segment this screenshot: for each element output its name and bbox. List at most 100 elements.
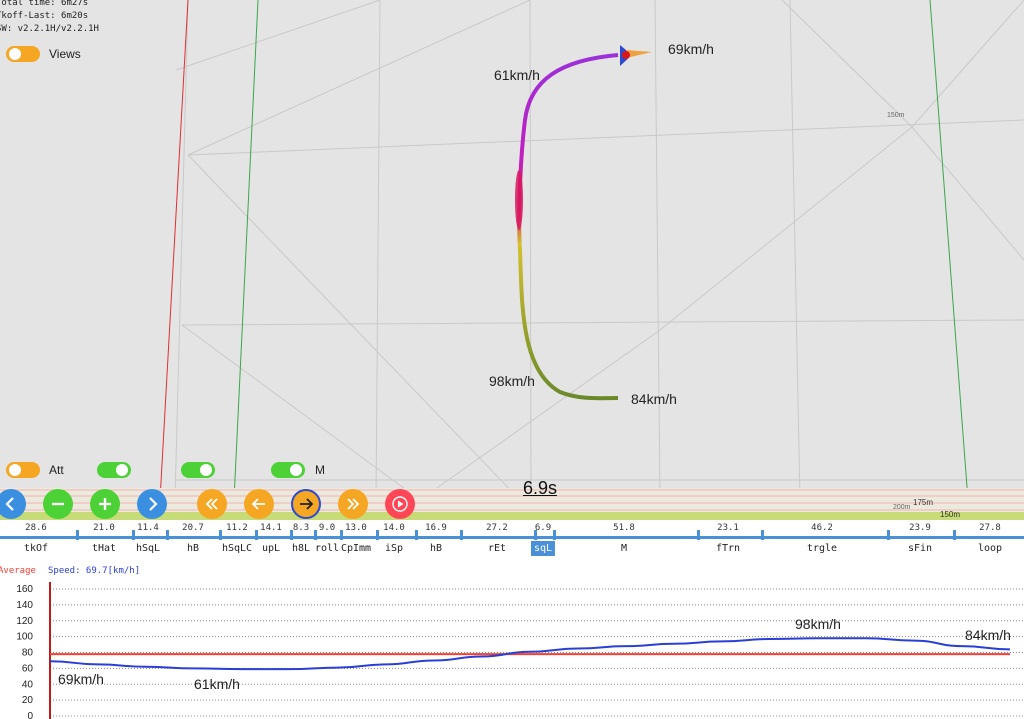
speed-label: 69km/h	[668, 41, 714, 57]
segment-divider	[460, 530, 463, 540]
speed-annotation: 98km/h	[795, 616, 841, 632]
y-tick-label: 0	[27, 711, 33, 719]
segment-divider	[953, 530, 956, 540]
segment-loop[interactable]: loop	[978, 543, 1002, 554]
chevron-left-icon	[5, 497, 14, 511]
segment-duration: 27.2	[486, 523, 508, 533]
segment-duration: 6.9	[534, 523, 552, 533]
att-toggle-label: Att	[49, 463, 64, 477]
y-tick-label: 120	[16, 616, 33, 627]
segment-divider	[76, 530, 79, 540]
speed-label: 98km/h	[489, 373, 535, 389]
y-tick-label: 20	[22, 695, 34, 706]
segment-duration: 11.2	[226, 523, 248, 533]
segment-duration: 46.2	[811, 523, 833, 533]
segment-duration: 28.6	[25, 523, 47, 533]
speed-annotation: 69km/h	[58, 671, 104, 687]
segment-that[interactable]: tHat	[92, 543, 116, 554]
y-tick-label: 100	[16, 632, 33, 643]
speed-label: 61km/h	[494, 67, 540, 83]
zoom-in-button[interactable]	[90, 489, 120, 519]
speed-chart: 160 140 120 100 80 60 40 20 0 69km/h 61km/h 98km/h 8…	[16, 582, 1024, 719]
step-back-button[interactable]	[244, 489, 274, 519]
y-tick-label: 80	[22, 648, 34, 659]
segment-m[interactable]: M	[621, 543, 627, 554]
segment-duration: 8.3	[292, 523, 310, 533]
segment-divider	[376, 530, 379, 540]
speed-chart-panel: Average Speed: 69.7[km/h] 160 140 120 100 80…	[0, 564, 1024, 719]
segment-divider	[290, 530, 293, 540]
display-toggle-2[interactable]	[181, 462, 215, 478]
segment-divider	[314, 530, 317, 540]
segment-duration: 14.0	[383, 523, 405, 533]
arrow-right-icon	[300, 498, 314, 510]
plus-icon	[99, 498, 111, 510]
segment-hb[interactable]: hB	[430, 543, 442, 554]
software-version: SW: v2.2.1H/v2.2.1H	[0, 24, 99, 34]
arrow-left-icon	[251, 498, 265, 510]
total-time: Total time: 6m27s	[0, 0, 89, 8]
speed-label: 84km/h	[631, 391, 677, 407]
y-tick-label: 60	[22, 663, 34, 674]
segment-duration: 23.9	[909, 523, 931, 533]
segment-upl[interactable]: upL	[262, 543, 280, 554]
distance-label: 150m	[940, 510, 960, 519]
distance-label: 200m	[893, 504, 911, 511]
views-toggle[interactable]	[6, 46, 40, 62]
speed-annotation: 61km/h	[194, 676, 240, 692]
flight-3d-view[interactable]: 150m 175m 200m 150m 69km/h 61km/h 98km/h…	[0, 0, 1024, 520]
segment-bar[interactable]: 28.6 tkOf 21.0 tHat 11.4 hSqL 20.7 hB 11.2 hSqLC 1…	[0, 520, 1024, 564]
segment-duration: 21.0	[93, 523, 115, 533]
y-tick-label: 40	[22, 679, 34, 690]
step-forward-button[interactable]	[291, 489, 321, 519]
play-button[interactable]	[385, 489, 415, 519]
segment-divider	[255, 530, 258, 540]
segment-divider	[415, 530, 418, 540]
y-tick-label: 140	[16, 600, 33, 611]
segment-duration: 20.7	[182, 523, 204, 533]
segment-duration: 51.8	[613, 523, 635, 533]
double-chevron-right-icon	[347, 498, 360, 510]
segment-duration: 9.0	[318, 523, 336, 533]
distance-label: 175m	[913, 498, 933, 507]
segment-isp[interactable]: iSp	[385, 543, 403, 554]
fast-rewind-button[interactable]	[197, 489, 227, 519]
segment-duration: 14.1	[260, 523, 282, 533]
takeoff-last-time: Tkoff-Last: 6m20s	[0, 11, 89, 21]
segment-roll[interactable]: roll	[315, 543, 339, 554]
display-toggle-1[interactable]	[97, 462, 131, 478]
segment-divider	[219, 530, 222, 540]
segment-track	[0, 536, 1024, 539]
m-toggle[interactable]	[271, 462, 305, 478]
chevron-right-icon	[149, 497, 158, 511]
segment-ftrn[interactable]: fTrn	[716, 543, 740, 554]
segment-divider	[534, 530, 537, 540]
segment-hsql[interactable]: hSqL	[136, 543, 160, 554]
segment-duration: 27.8	[979, 523, 1001, 533]
segment-divider	[697, 530, 700, 540]
segment-sql[interactable]: sqL	[530, 541, 556, 556]
att-toggle[interactable]	[6, 462, 40, 478]
segment-tkof[interactable]: tkOf	[24, 543, 48, 554]
fast-forward-button[interactable]	[338, 489, 368, 519]
segment-divider	[166, 530, 169, 540]
m-toggle-label: M	[315, 463, 325, 477]
segment-h8l[interactable]: h8L	[292, 543, 310, 554]
segment-hb[interactable]: hB	[187, 543, 199, 554]
segment-divider	[887, 530, 890, 540]
segment-duration: 23.1	[717, 523, 739, 533]
segment-hsqlc[interactable]: hSqLC	[222, 543, 252, 554]
distance-label: 150m	[887, 112, 905, 119]
segment-cpimm[interactable]: CpImm	[341, 543, 371, 554]
zoom-out-button[interactable]	[43, 489, 73, 519]
play-circle-icon	[392, 496, 408, 512]
speed-annotation: 84km/h	[965, 627, 1011, 643]
minus-icon	[52, 502, 64, 506]
segment-divider	[132, 530, 135, 540]
segment-trgle[interactable]: trgle	[807, 543, 837, 554]
views-toggle-label: Views	[49, 47, 81, 61]
segment-duration: 13.0	[345, 523, 367, 533]
next-segment-button[interactable]	[137, 489, 167, 519]
segment-sfin[interactable]: sFin	[908, 543, 932, 554]
segment-ret[interactable]: rEt	[488, 543, 506, 554]
